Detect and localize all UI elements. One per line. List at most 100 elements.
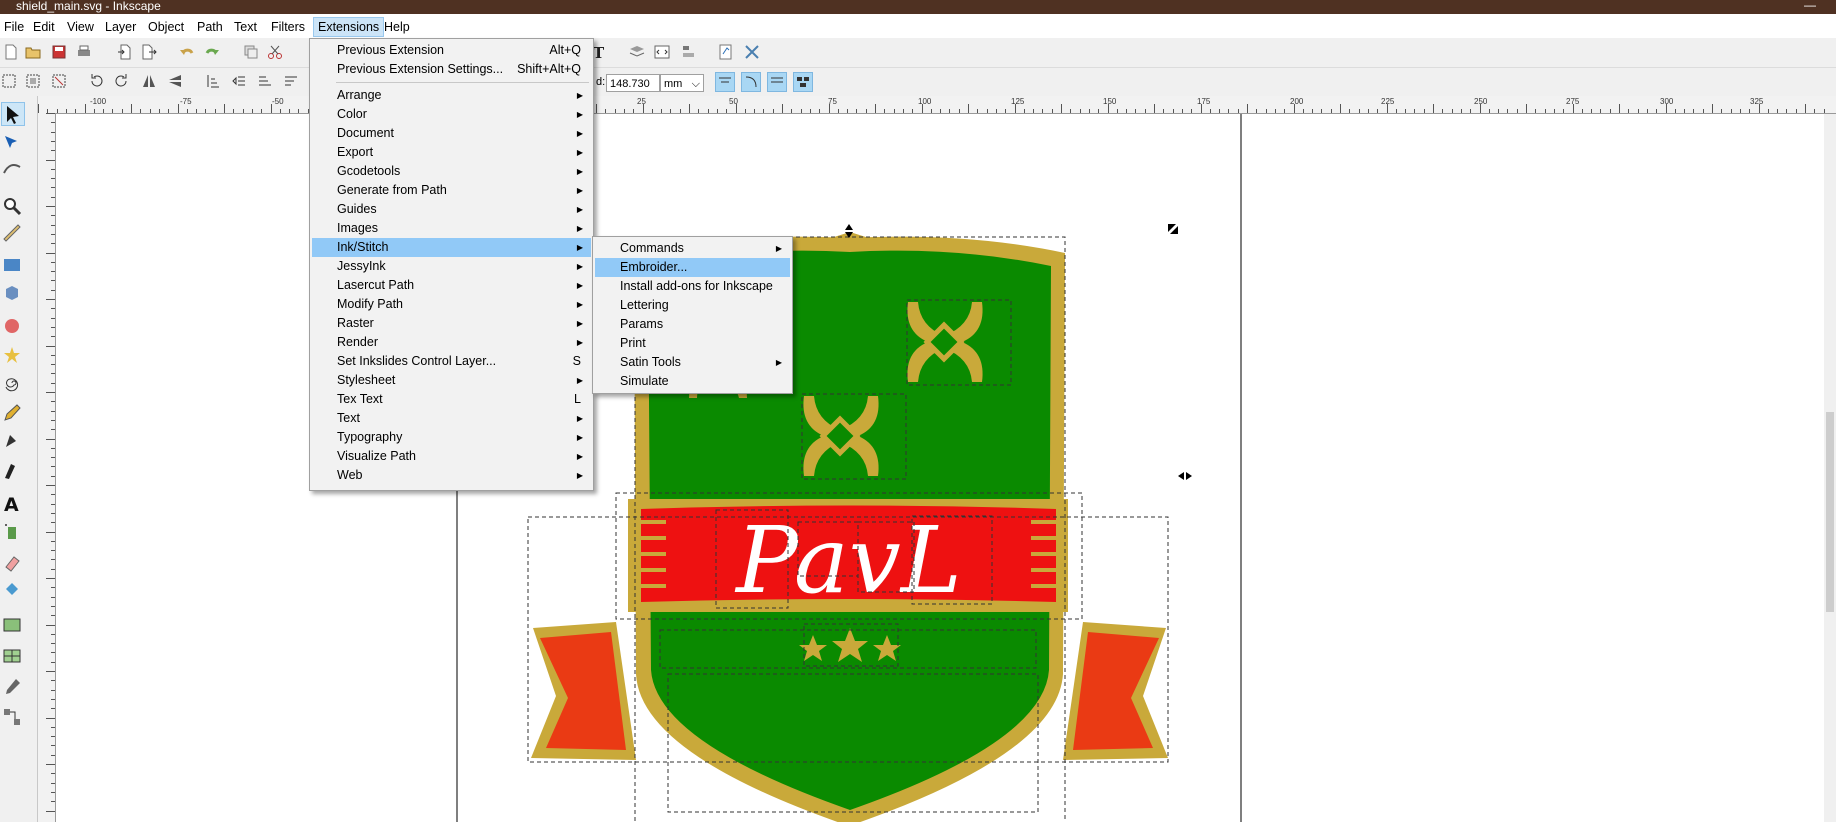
measure-tool-icon[interactable]: [1, 222, 23, 244]
ext-item-guides[interactable]: Guides ▶: [312, 200, 591, 219]
menu-text[interactable]: Text: [230, 18, 261, 36]
ext-item-lasercut-path[interactable]: Lasercut Path ▶: [312, 276, 591, 295]
save-icon[interactable]: [50, 43, 68, 61]
menu-extensions[interactable]: Extensions: [313, 17, 385, 37]
rotate-ccw-icon[interactable]: [88, 72, 106, 90]
menu-object[interactable]: Object: [144, 18, 188, 36]
transform-patterns-icon[interactable]: [793, 72, 813, 92]
select-all-icon[interactable]: [0, 72, 18, 90]
star-tool-icon[interactable]: [1, 344, 23, 366]
ruler-label: -75: [180, 97, 192, 106]
ruler-label: 300: [1660, 97, 1674, 106]
pencil-tool-icon[interactable]: [1, 402, 23, 424]
minimize-button[interactable]: —: [1804, 0, 1816, 12]
import-icon[interactable]: [116, 43, 134, 61]
submenu-arrow-icon: ▶: [576, 262, 583, 271]
flip-horizontal-icon[interactable]: [140, 72, 158, 90]
document-properties-icon[interactable]: [717, 43, 735, 61]
redo-icon[interactable]: [203, 43, 221, 61]
menu-edit[interactable]: Edit: [29, 18, 59, 36]
ext-item-jessyink[interactable]: JessyInk ▶: [312, 257, 591, 276]
flip-vertical-icon[interactable]: [166, 72, 184, 90]
gradient-tool-icon[interactable]: [1, 614, 23, 636]
text-tool-icon[interactable]: A: [1, 492, 23, 514]
transform-gradients-icon[interactable]: [767, 72, 787, 92]
ext-item-render[interactable]: Render ▶: [312, 333, 591, 352]
node-tool-icon[interactable]: [1, 132, 23, 154]
pen-tool-icon[interactable]: [1, 430, 23, 452]
undo-icon[interactable]: [178, 43, 196, 61]
calligraphy-tool-icon[interactable]: [1, 460, 23, 482]
inkstitch-item-satin-tools[interactable]: Satin Tools ▶: [595, 353, 790, 372]
eraser-tool-icon[interactable]: [1, 552, 23, 574]
menu-view[interactable]: View: [63, 18, 98, 36]
lower-to-bottom-icon[interactable]: [204, 72, 222, 90]
rotate-cw-icon[interactable]: [112, 72, 130, 90]
width-input[interactable]: 148.730: [606, 74, 660, 92]
ext-item-export[interactable]: Export ▶: [312, 143, 591, 162]
menu-help[interactable]: Help: [380, 18, 414, 36]
ext-item-color[interactable]: Color ▶: [312, 105, 591, 124]
paint-bucket-tool-icon[interactable]: [1, 580, 23, 602]
inkstitch-item-commands[interactable]: Commands ▶: [595, 239, 790, 258]
cut-icon[interactable]: [266, 43, 284, 61]
ext-item-typography[interactable]: Typography ▶: [312, 428, 591, 447]
inkstitch-item-simulate[interactable]: Simulate: [595, 372, 790, 391]
rectangle-tool-icon[interactable]: [1, 254, 23, 276]
inkstitch-item-print[interactable]: Print: [595, 334, 790, 353]
menu-filters[interactable]: Filters: [267, 18, 309, 36]
ext-item-tex-text[interactable]: Tex Text L: [312, 390, 591, 409]
ext-item-text[interactable]: Text ▶: [312, 409, 591, 428]
unit-select[interactable]: mm ⌵: [660, 74, 704, 92]
mesh-tool-icon[interactable]: [1, 645, 23, 667]
3d-box-tool-icon[interactable]: [1, 282, 23, 304]
duplicate-icon[interactable]: [242, 43, 260, 61]
ellipse-tool-icon[interactable]: [1, 315, 23, 337]
menu-path[interactable]: Path: [193, 18, 227, 36]
inkstitch-item-install-add-ons-for-inkscape[interactable]: Install add-ons for Inkscape: [595, 277, 790, 296]
raise-to-top-icon[interactable]: [282, 72, 300, 90]
ext-item-modify-path[interactable]: Modify Path ▶: [312, 295, 591, 314]
xml-editor-icon[interactable]: [653, 43, 671, 61]
menu-file[interactable]: File: [0, 18, 28, 36]
ext-item-arrange[interactable]: Arrange ▶: [312, 86, 591, 105]
raise-icon[interactable]: [256, 72, 274, 90]
spiral-tool-icon[interactable]: [1, 372, 23, 394]
ext-item-previous-extension-settings[interactable]: Previous Extension Settings... Shift+Alt+…: [312, 60, 591, 79]
ext-item-previous-extension[interactable]: Previous Extension Alt+Q: [312, 41, 591, 60]
deselect-icon[interactable]: [50, 72, 68, 90]
ext-item-images[interactable]: Images ▶: [312, 219, 591, 238]
preferences-icon[interactable]: [743, 43, 761, 61]
ext-item-visualize-path[interactable]: Visualize Path ▶: [312, 447, 591, 466]
ext-item-gcodetools[interactable]: Gcodetools ▶: [312, 162, 591, 181]
new-document-icon[interactable]: [2, 43, 20, 61]
menu-layer[interactable]: Layer: [101, 18, 140, 36]
connector-tool-icon[interactable]: [1, 706, 23, 728]
print-icon[interactable]: [75, 43, 93, 61]
ext-item-web[interactable]: Web ▶: [312, 466, 591, 485]
zoom-tool-icon[interactable]: [1, 195, 23, 217]
inkstitch-item-lettering[interactable]: Lettering: [595, 296, 790, 315]
dropper-tool-icon[interactable]: [1, 676, 23, 698]
ext-item-document[interactable]: Document ▶: [312, 124, 591, 143]
selector-tool-icon[interactable]: [1, 102, 25, 126]
ext-item-stylesheet[interactable]: Stylesheet ▶: [312, 371, 591, 390]
export-icon[interactable]: [140, 43, 158, 61]
inkstitch-item-params[interactable]: Params: [595, 315, 790, 334]
align-distribute-icon[interactable]: [680, 43, 698, 61]
inkstitch-item-embroider[interactable]: Embroider...: [595, 258, 790, 277]
select-all-layers-icon[interactable]: [24, 72, 42, 90]
tweak-tool-icon[interactable]: [1, 158, 23, 180]
ext-item-set-inkslides-control-layer[interactable]: Set Inkslides Control Layer... S: [312, 352, 591, 371]
ext-item-ink-stitch[interactable]: Ink/Stitch ▶: [312, 238, 591, 257]
open-icon[interactable]: [24, 43, 42, 61]
lower-icon[interactable]: [230, 72, 248, 90]
ext-item-raster[interactable]: Raster ▶: [312, 314, 591, 333]
menu-item-label: Gcodetools: [337, 164, 401, 178]
layers-icon[interactable]: [628, 43, 646, 61]
scale-stroke-icon[interactable]: [715, 72, 735, 92]
scale-corners-icon[interactable]: [741, 72, 761, 92]
scrollbar-thumb[interactable]: [1826, 412, 1834, 612]
ext-item-generate-from-path[interactable]: Generate from Path ▶: [312, 181, 591, 200]
spray-tool-icon[interactable]: [1, 520, 23, 542]
